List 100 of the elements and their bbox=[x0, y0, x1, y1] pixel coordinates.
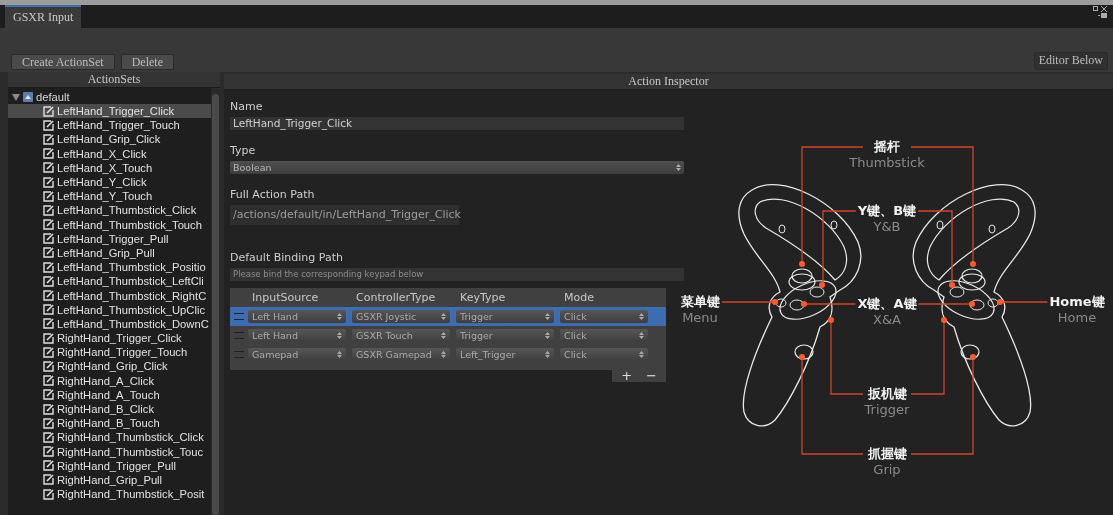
action-item[interactable]: RightHand_Thumbstick_Touc bbox=[8, 444, 211, 459]
edit-icon bbox=[43, 119, 54, 131]
asset-icon bbox=[23, 92, 33, 102]
callout-label: Y键、B键 bbox=[855, 203, 919, 219]
action-item[interactable]: LeftHand_Y_Click bbox=[8, 174, 211, 190]
callout-caption: Thumbstick bbox=[849, 155, 925, 171]
type-dropdown[interactable]: Boolean bbox=[230, 161, 684, 174]
action-item[interactable]: LeftHand_Thumbstick_RightC bbox=[8, 288, 211, 303]
close-icon[interactable] bbox=[1101, 6, 1107, 12]
binding-row[interactable]: Gamepad GSXR Gamepad Left_Trigger Click bbox=[230, 345, 666, 364]
action-item[interactable]: RightHand_Trigger_Touch bbox=[8, 345, 211, 360]
action-item[interactable]: LeftHand_Thumbstick_UpClic bbox=[8, 302, 211, 317]
tree-item-label[interactable]: default bbox=[36, 91, 70, 103]
action-item[interactable]: RightHand_Grip_Pull bbox=[8, 472, 211, 488]
edit-icon bbox=[43, 417, 54, 429]
edit-icon bbox=[43, 275, 54, 287]
action-item[interactable]: RightHand_B_Click bbox=[8, 401, 211, 417]
updown-caret-icon bbox=[337, 313, 342, 320]
action-item[interactable]: RightHand_Thumbstick_Click bbox=[8, 430, 211, 445]
menu-icon[interactable] bbox=[1098, 13, 1107, 18]
edit-icon bbox=[43, 162, 54, 174]
callout-caption: X&A bbox=[873, 312, 901, 328]
maximize-icon[interactable] bbox=[1093, 6, 1098, 11]
dropdown[interactable]: Trigger bbox=[456, 310, 554, 323]
panel-header: ActionSets bbox=[8, 72, 220, 88]
remove-button[interactable]: − bbox=[641, 370, 662, 382]
action-item[interactable]: RightHand_A_Touch bbox=[8, 387, 211, 402]
action-item[interactable]: LeftHand_Thumbstick_LeftCli bbox=[8, 274, 211, 289]
edit-icon bbox=[43, 304, 54, 316]
binding-row[interactable]: Left Hand GSXR Joystic Trigger Click bbox=[230, 307, 666, 326]
action-item[interactable]: RightHand_B_Touch bbox=[8, 416, 211, 431]
action-item[interactable]: LeftHand_Grip_Pull bbox=[8, 245, 211, 261]
add-button[interactable]: + bbox=[616, 370, 638, 382]
action-item[interactable]: LeftHand_X_Click bbox=[8, 146, 211, 161]
drag-handle-icon[interactable] bbox=[234, 313, 244, 320]
edit-icon bbox=[43, 488, 54, 500]
dropdown[interactable]: GSXR Touch bbox=[352, 329, 450, 342]
action-item[interactable]: LeftHand_Thumbstick_DownC bbox=[8, 316, 211, 331]
action-item[interactable]: RightHand_A_Click bbox=[8, 373, 211, 388]
dropdown[interactable]: Gamepad bbox=[248, 348, 346, 361]
edit-icon bbox=[43, 431, 54, 443]
action-item[interactable]: LeftHand_Trigger_Pull bbox=[8, 231, 211, 246]
updown-caret-icon bbox=[545, 313, 550, 320]
updown-caret-icon bbox=[441, 332, 446, 339]
edit-icon bbox=[43, 219, 54, 231]
edit-icon bbox=[43, 261, 54, 273]
drag-handle-icon[interactable] bbox=[234, 351, 244, 358]
dropdown[interactable]: Click bbox=[560, 329, 648, 342]
edit-icon bbox=[43, 389, 54, 401]
edit-icon bbox=[43, 148, 54, 160]
edit-icon bbox=[43, 403, 54, 415]
action-item[interactable]: RightHand_Trigger_Pull bbox=[8, 458, 211, 473]
updown-caret-icon bbox=[676, 164, 681, 171]
edit-icon bbox=[43, 375, 54, 387]
edit-icon bbox=[43, 346, 54, 358]
dropdown[interactable]: GSXR Joystic bbox=[352, 310, 450, 323]
updown-caret-icon bbox=[545, 332, 550, 339]
callout-label: 菜单键 bbox=[678, 294, 722, 310]
foldout-arrow-icon[interactable] bbox=[12, 93, 20, 101]
edit-icon bbox=[43, 133, 54, 145]
dropdown[interactable]: Click bbox=[560, 348, 648, 361]
action-item[interactable]: LeftHand_Thumbstick_Positio bbox=[8, 260, 211, 275]
callout-caption: Trigger bbox=[864, 402, 910, 418]
action-item[interactable]: RightHand_Grip_Click bbox=[8, 359, 211, 374]
action-item[interactable]: RightHand_Thumbstick_Posit bbox=[8, 487, 211, 502]
callout-label: 抓握键 bbox=[865, 446, 909, 462]
updown-caret-icon bbox=[639, 313, 644, 320]
action-item[interactable]: LeftHand_Thumbstick_Touch bbox=[8, 217, 211, 232]
action-item[interactable]: LeftHand_Thumbstick_Click bbox=[8, 203, 211, 218]
dropdown[interactable]: Left Hand bbox=[248, 329, 346, 342]
edit-icon bbox=[43, 290, 54, 302]
binding-row[interactable]: Left Hand GSXR Touch Trigger Click bbox=[230, 326, 666, 345]
column-header: Mode bbox=[563, 291, 595, 304]
action-item[interactable]: RightHand_Trigger_Click bbox=[8, 331, 211, 346]
edit-icon bbox=[43, 446, 54, 458]
action-item[interactable]: LeftHand_X_Touch bbox=[8, 160, 211, 175]
scrollbar[interactable] bbox=[211, 88, 220, 515]
action-item[interactable]: LeftHand_Trigger_Touch bbox=[8, 118, 211, 133]
action-item[interactable]: LeftHand_Trigger_Click bbox=[8, 104, 211, 119]
edit-icon bbox=[43, 360, 54, 372]
window-tab[interactable]: GSXR Input bbox=[5, 5, 82, 28]
drag-handle-icon[interactable] bbox=[234, 332, 244, 339]
path-field[interactable]: /actions/default/in/LeftHand_Trigger_Click bbox=[230, 205, 459, 225]
toolbar-button[interactable]: Delete bbox=[120, 54, 174, 70]
dropdown[interactable]: GSXR Gamepad bbox=[352, 348, 450, 361]
panel-header: Action Inspector bbox=[224, 74, 1113, 90]
editor-below-button[interactable]: Editor Below bbox=[1033, 52, 1108, 70]
input-field[interactable]: LeftHand_Trigger_Click bbox=[230, 117, 684, 130]
hint-field[interactable]: Please bind the corresponding keypad below bbox=[230, 268, 684, 281]
column-header: ControllerType bbox=[355, 291, 437, 304]
dropdown[interactable]: Left_Trigger bbox=[456, 348, 554, 361]
dropdown[interactable]: Click bbox=[560, 310, 648, 323]
action-item[interactable]: LeftHand_Grip_Click bbox=[8, 132, 211, 147]
dropdown[interactable]: Left Hand bbox=[248, 310, 346, 323]
callout-label: 扳机键 bbox=[865, 386, 909, 402]
dropdown[interactable]: Trigger bbox=[456, 329, 554, 342]
action-item[interactable]: LeftHand_Y_Touch bbox=[8, 189, 211, 204]
edit-icon bbox=[43, 460, 54, 472]
leader-line bbox=[721, 299, 778, 305]
toolbar-button[interactable]: Create ActionSet bbox=[11, 54, 115, 70]
